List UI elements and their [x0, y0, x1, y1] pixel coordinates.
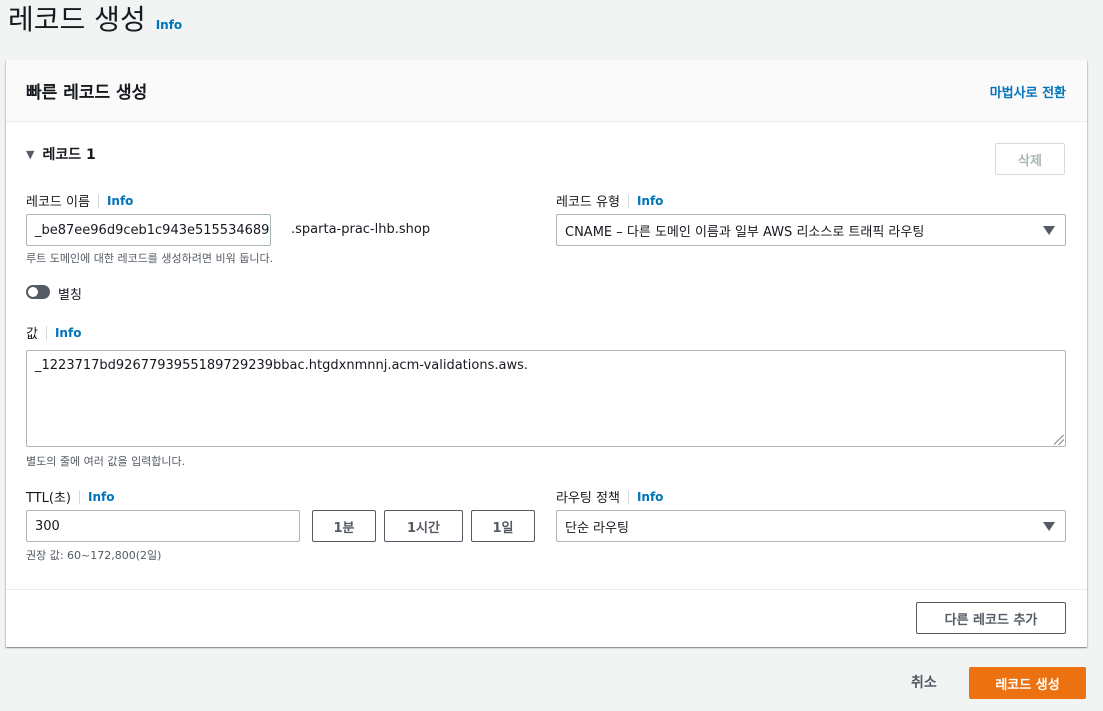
alias-toggle[interactable] — [26, 285, 50, 299]
ttl-hint: 권장 값: 60~172,800(2일) — [26, 549, 162, 562]
dropdown-arrow-icon — [1043, 522, 1055, 531]
record-type-info-link[interactable]: Info — [637, 194, 663, 208]
record-name-label: 레코드 이름 — [26, 195, 90, 210]
record-1-expander[interactable]: ▼ 레코드 1 — [26, 144, 96, 164]
ttl-label: TTL(초) — [26, 491, 71, 506]
routing-policy-select[interactable]: 단순 라우팅 — [556, 510, 1066, 542]
record-section-label: 레코드 1 — [42, 147, 96, 163]
page-header: 레코드 생성 Info — [8, 0, 182, 40]
toggle-knob — [28, 287, 38, 297]
value-text: _1223717bd9267793955189729239bbac.htgdxn… — [35, 358, 528, 373]
switch-to-wizard-link[interactable]: 마법사로 전환 — [990, 82, 1066, 101]
record-name-info-link[interactable]: Info — [107, 194, 133, 208]
routing-selected: 단순 라우팅 — [565, 520, 629, 536]
record-type-label-row: 레코드 유형 Info — [556, 191, 663, 210]
routing-info-link[interactable]: Info — [637, 490, 663, 504]
ttl-label-row: TTL(초) Info — [26, 487, 114, 506]
alias-label: 별칭 — [58, 288, 82, 303]
value-label: 값 — [26, 327, 38, 342]
divider — [6, 589, 1087, 590]
page-title: 레코드 생성 — [8, 3, 146, 36]
record-name-hint: 루트 도메인에 대한 레코드를 생성하려면 비워 둡니다. — [26, 252, 274, 265]
ttl-1day-button[interactable]: 1일 — [471, 510, 535, 542]
quick-create-panel: 빠른 레코드 생성 마법사로 전환 ▼ 레코드 1 삭제 레코드 이름 Info… — [6, 60, 1087, 647]
resize-grip-icon[interactable] — [1054, 435, 1064, 445]
create-records-button[interactable]: 레코드 생성 — [969, 667, 1086, 699]
record-type-label: 레코드 유형 — [556, 195, 620, 210]
panel-header: 빠른 레코드 생성 마법사로 전환 — [6, 60, 1087, 122]
cancel-button[interactable]: 취소 — [911, 672, 937, 692]
record-type-select[interactable]: CNAME – 다른 도메인 이름과 일부 AWS 리소스로 트래픽 라우팅 — [556, 214, 1066, 246]
add-another-record-button[interactable]: 다른 레코드 추가 — [916, 602, 1066, 634]
value-label-row: 값 Info — [26, 323, 81, 342]
domain-suffix: .sparta-prac-lhb.shop — [291, 222, 431, 237]
routing-label-row: 라우팅 정책 Info — [556, 487, 663, 506]
ttl-info-link[interactable]: Info — [88, 490, 114, 504]
record-name-input[interactable]: _be87ee96d9ceb1c943e515534689 — [26, 214, 271, 246]
value-hint: 별도의 줄에 여러 값을 입력합니다. — [26, 455, 186, 468]
dropdown-arrow-icon — [1043, 226, 1055, 235]
ttl-1hour-button[interactable]: 1시간 — [384, 510, 463, 542]
delete-record-button[interactable]: 삭제 — [995, 143, 1065, 175]
ttl-input[interactable]: 300 — [26, 510, 300, 542]
caret-down-icon: ▼ — [26, 147, 35, 161]
value-info-link[interactable]: Info — [55, 326, 81, 340]
record-type-selected: CNAME – 다른 도메인 이름과 일부 AWS 리소스로 트래픽 라우팅 — [565, 224, 925, 240]
page-info-link[interactable]: Info — [156, 18, 182, 32]
routing-label: 라우팅 정책 — [556, 491, 620, 506]
record-name-label-row: 레코드 이름 Info — [26, 191, 133, 210]
panel-title: 빠른 레코드 생성 — [26, 83, 148, 103]
ttl-1min-button[interactable]: 1분 — [312, 510, 376, 542]
value-textarea[interactable]: _1223717bd9267793955189729239bbac.htgdxn… — [26, 350, 1066, 447]
